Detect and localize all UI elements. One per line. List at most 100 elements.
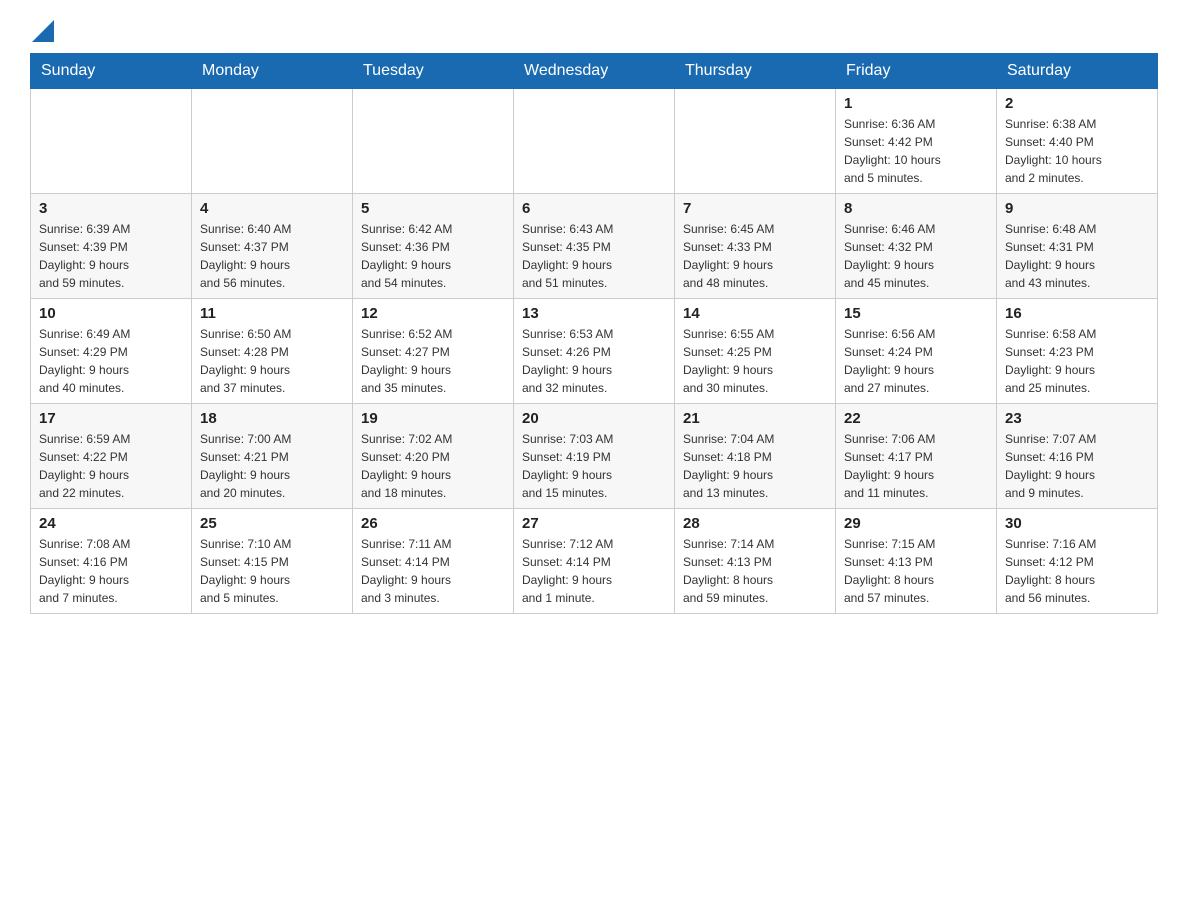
calendar-cell: [31, 89, 192, 194]
calendar-cell: 11 Sunrise: 6:50 AM Sunset: 4:28 PM Dayli…: [192, 299, 353, 404]
calendar-cell: 22 Sunrise: 7:06 AM Sunset: 4:17 PM Dayli…: [836, 404, 997, 509]
day-info: Sunrise: 7:12 AM Sunset: 4:14 PM Dayligh…: [522, 535, 666, 607]
day-info: Sunrise: 6:49 AM Sunset: 4:29 PM Dayligh…: [39, 325, 183, 397]
day-number: 21: [683, 410, 827, 427]
calendar-cell: 5 Sunrise: 6:42 AM Sunset: 4:36 PM Daylig…: [353, 194, 514, 299]
day-number: 22: [844, 410, 988, 427]
day-number: 5: [361, 200, 505, 217]
calendar-cell: [675, 89, 836, 194]
day-info: Sunrise: 7:06 AM Sunset: 4:17 PM Dayligh…: [844, 430, 988, 502]
page-header: [30, 20, 1158, 43]
calendar-cell: 1 Sunrise: 6:36 AM Sunset: 4:42 PM Daylig…: [836, 89, 997, 194]
day-number: 19: [361, 410, 505, 427]
day-number: 26: [361, 515, 505, 532]
weekday-header-thursday: Thursday: [675, 54, 836, 89]
day-info: Sunrise: 7:03 AM Sunset: 4:19 PM Dayligh…: [522, 430, 666, 502]
calendar-cell: [192, 89, 353, 194]
calendar-week-2: 3 Sunrise: 6:39 AM Sunset: 4:39 PM Daylig…: [31, 194, 1158, 299]
day-info: Sunrise: 6:43 AM Sunset: 4:35 PM Dayligh…: [522, 220, 666, 292]
day-info: Sunrise: 6:56 AM Sunset: 4:24 PM Dayligh…: [844, 325, 988, 397]
weekday-header-tuesday: Tuesday: [353, 54, 514, 89]
day-number: 11: [200, 305, 344, 322]
calendar-cell: 16 Sunrise: 6:58 AM Sunset: 4:23 PM Dayli…: [997, 299, 1158, 404]
calendar-cell: 9 Sunrise: 6:48 AM Sunset: 4:31 PM Daylig…: [997, 194, 1158, 299]
day-number: 27: [522, 515, 666, 532]
calendar-cell: 18 Sunrise: 7:00 AM Sunset: 4:21 PM Dayli…: [192, 404, 353, 509]
day-number: 24: [39, 515, 183, 532]
day-info: Sunrise: 6:46 AM Sunset: 4:32 PM Dayligh…: [844, 220, 988, 292]
calendar-cell: 14 Sunrise: 6:55 AM Sunset: 4:25 PM Dayli…: [675, 299, 836, 404]
calendar-cell: 21 Sunrise: 7:04 AM Sunset: 4:18 PM Dayli…: [675, 404, 836, 509]
calendar-week-5: 24 Sunrise: 7:08 AM Sunset: 4:16 PM Dayli…: [31, 509, 1158, 614]
day-info: Sunrise: 7:11 AM Sunset: 4:14 PM Dayligh…: [361, 535, 505, 607]
day-info: Sunrise: 6:42 AM Sunset: 4:36 PM Dayligh…: [361, 220, 505, 292]
day-number: 17: [39, 410, 183, 427]
day-info: Sunrise: 6:53 AM Sunset: 4:26 PM Dayligh…: [522, 325, 666, 397]
calendar-cell: 24 Sunrise: 7:08 AM Sunset: 4:16 PM Dayli…: [31, 509, 192, 614]
calendar-cell: 20Sunrise: 7:03 AM Sunset: 4:19 PM Dayli…: [514, 404, 675, 509]
day-number: 8: [844, 200, 988, 217]
day-number: 15: [844, 305, 988, 322]
day-info: Sunrise: 7:14 AM Sunset: 4:13 PM Dayligh…: [683, 535, 827, 607]
calendar-week-1: 1 Sunrise: 6:36 AM Sunset: 4:42 PM Daylig…: [31, 89, 1158, 194]
day-info: Sunrise: 6:40 AM Sunset: 4:37 PM Dayligh…: [200, 220, 344, 292]
calendar-cell: 19Sunrise: 7:02 AM Sunset: 4:20 PM Dayli…: [353, 404, 514, 509]
day-info: Sunrise: 7:16 AM Sunset: 4:12 PM Dayligh…: [1005, 535, 1149, 607]
calendar-cell: 10 Sunrise: 6:49 AM Sunset: 4:29 PM Dayli…: [31, 299, 192, 404]
calendar-cell: 15 Sunrise: 6:56 AM Sunset: 4:24 PM Dayli…: [836, 299, 997, 404]
day-number: 2: [1005, 95, 1149, 112]
day-info: Sunrise: 6:45 AM Sunset: 4:33 PM Dayligh…: [683, 220, 827, 292]
day-number: 29: [844, 515, 988, 532]
calendar-cell: 12Sunrise: 6:52 AM Sunset: 4:27 PM Dayli…: [353, 299, 514, 404]
weekday-header-monday: Monday: [192, 54, 353, 89]
logo: [30, 20, 54, 43]
calendar-cell: 23 Sunrise: 7:07 AM Sunset: 4:16 PM Dayli…: [997, 404, 1158, 509]
calendar-week-3: 10 Sunrise: 6:49 AM Sunset: 4:29 PM Dayli…: [31, 299, 1158, 404]
day-number: 16: [1005, 305, 1149, 322]
day-number: 18: [200, 410, 344, 427]
calendar-cell: 30Sunrise: 7:16 AM Sunset: 4:12 PM Dayli…: [997, 509, 1158, 614]
day-info: Sunrise: 7:08 AM Sunset: 4:16 PM Dayligh…: [39, 535, 183, 607]
day-info: Sunrise: 6:48 AM Sunset: 4:31 PM Dayligh…: [1005, 220, 1149, 292]
day-info: Sunrise: 6:59 AM Sunset: 4:22 PM Dayligh…: [39, 430, 183, 502]
day-number: 12: [361, 305, 505, 322]
day-number: 10: [39, 305, 183, 322]
day-info: Sunrise: 6:50 AM Sunset: 4:28 PM Dayligh…: [200, 325, 344, 397]
calendar-cell: [514, 89, 675, 194]
weekday-header-saturday: Saturday: [997, 54, 1158, 89]
calendar-table: SundayMondayTuesdayWednesdayThursdayFrid…: [30, 53, 1158, 614]
calendar-cell: 3 Sunrise: 6:39 AM Sunset: 4:39 PM Daylig…: [31, 194, 192, 299]
calendar-cell: 27 Sunrise: 7:12 AM Sunset: 4:14 PM Dayli…: [514, 509, 675, 614]
day-info: Sunrise: 7:15 AM Sunset: 4:13 PM Dayligh…: [844, 535, 988, 607]
calendar-cell: [353, 89, 514, 194]
calendar-header-row: SundayMondayTuesdayWednesdayThursdayFrid…: [31, 54, 1158, 89]
weekday-header-wednesday: Wednesday: [514, 54, 675, 89]
day-info: Sunrise: 6:55 AM Sunset: 4:25 PM Dayligh…: [683, 325, 827, 397]
calendar-cell: 25 Sunrise: 7:10 AM Sunset: 4:15 PM Dayli…: [192, 509, 353, 614]
day-number: 9: [1005, 200, 1149, 217]
calendar-cell: 8 Sunrise: 6:46 AM Sunset: 4:32 PM Daylig…: [836, 194, 997, 299]
day-info: Sunrise: 7:07 AM Sunset: 4:16 PM Dayligh…: [1005, 430, 1149, 502]
day-number: 14: [683, 305, 827, 322]
weekday-header-friday: Friday: [836, 54, 997, 89]
day-number: 1: [844, 95, 988, 112]
calendar-cell: 26 Sunrise: 7:11 AM Sunset: 4:14 PM Dayli…: [353, 509, 514, 614]
day-info: Sunrise: 7:04 AM Sunset: 4:18 PM Dayligh…: [683, 430, 827, 502]
logo-triangle-icon: [32, 20, 54, 42]
day-number: 23: [1005, 410, 1149, 427]
day-info: Sunrise: 7:00 AM Sunset: 4:21 PM Dayligh…: [200, 430, 344, 502]
day-info: Sunrise: 7:10 AM Sunset: 4:15 PM Dayligh…: [200, 535, 344, 607]
calendar-week-4: 17 Sunrise: 6:59 AM Sunset: 4:22 PM Dayli…: [31, 404, 1158, 509]
day-number: 3: [39, 200, 183, 217]
calendar-cell: 17 Sunrise: 6:59 AM Sunset: 4:22 PM Dayli…: [31, 404, 192, 509]
calendar-cell: 13Sunrise: 6:53 AM Sunset: 4:26 PM Dayli…: [514, 299, 675, 404]
day-info: Sunrise: 6:58 AM Sunset: 4:23 PM Dayligh…: [1005, 325, 1149, 397]
day-info: Sunrise: 6:36 AM Sunset: 4:42 PM Dayligh…: [844, 115, 988, 187]
day-info: Sunrise: 6:38 AM Sunset: 4:40 PM Dayligh…: [1005, 115, 1149, 187]
day-info: Sunrise: 6:39 AM Sunset: 4:39 PM Dayligh…: [39, 220, 183, 292]
day-number: 28: [683, 515, 827, 532]
day-number: 6: [522, 200, 666, 217]
weekday-header-sunday: Sunday: [31, 54, 192, 89]
day-number: 4: [200, 200, 344, 217]
day-number: 25: [200, 515, 344, 532]
